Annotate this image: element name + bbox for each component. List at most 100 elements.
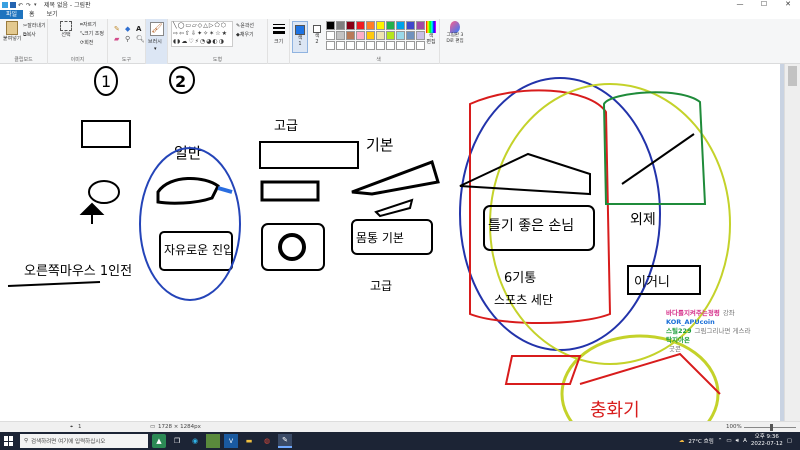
green-outline [602,91,707,205]
six-cylinder-text: 6기통 [504,271,536,286]
palette-swatch[interactable] [376,41,385,50]
shapes-gallery[interactable]: ╲◯▭▱◇△▷⬠⬡ ⇨⇦⇧⇩✦✧✶☆★ ◖◗☁♡⚡◔◕◐◑ [171,21,233,47]
network-icon[interactable]: ▭ [726,438,731,444]
tab-home[interactable]: 홈 [23,10,41,19]
undo-icon[interactable]: ↶ [18,2,24,9]
palette-swatch[interactable] [346,31,355,40]
volume-icon[interactable]: 🔊︎ [736,438,739,445]
windows-start-icon[interactable] [4,436,14,446]
group-label: 도형 [212,57,223,63]
chrome-icon[interactable]: ◍ [260,434,274,448]
label-normal-text: 일반 [174,144,202,162]
palette-swatch[interactable] [336,21,345,30]
fill-bucket-icon[interactable]: ◆ [125,25,134,33]
left-handwritten-text: 오른쪽마우스 1인전 [24,264,132,279]
palette-swatch[interactable] [406,21,415,30]
palette-swatch[interactable] [356,41,365,50]
color1-button[interactable]: 색 1 [292,21,308,53]
resize-button[interactable]: ⤡크기 조정 [80,30,104,37]
palette-swatch[interactable] [386,21,395,30]
minecraft-icon[interactable] [206,434,220,448]
tab-file[interactable]: 파일 [0,10,24,19]
palette-swatch[interactable] [386,41,395,50]
box-scribble [261,223,325,271]
palette-swatch[interactable] [376,21,385,30]
weather-icon: ☁ [678,438,685,444]
palette-swatch[interactable] [366,21,375,30]
palette-swatch[interactable] [406,31,415,40]
vertical-scrollbar[interactable] [784,64,800,421]
crop-button[interactable]: ⌗자르기 [80,21,97,28]
size-button[interactable]: 크기 [268,19,290,64]
scribble-shape [278,233,306,261]
pencil-icon[interactable]: ✎ [114,25,123,33]
chevron-down-icon[interactable]: ▾ [34,2,40,8]
clipboard-icon [6,21,18,35]
paint-taskbar-icon[interactable]: ✎ [278,434,292,448]
drawing-canvas[interactable]: 1 2 오른쪽마우스 1인전 일반 자유로운 진입 고급 기본 몸통 기본 고급… [0,64,780,421]
search-placeholder: 검색하려면 여기에 입력하십시오 [31,439,106,445]
edge-icon[interactable]: ◉ [188,434,202,448]
notification-icon[interactable]: ▢ [787,438,792,444]
palette-swatch[interactable] [386,31,395,40]
paste-button[interactable]: 붙여넣기 [3,21,21,42]
outline-button[interactable]: ✎윤곽선 [236,22,254,29]
redo-icon[interactable]: ↷ [26,2,32,9]
bar-shape [260,180,320,202]
palette-swatch[interactable] [326,31,335,40]
copy-button[interactable]: ⧉복사 [23,31,36,38]
edit-colors-button[interactable]: 색 편집 [424,21,438,45]
clock[interactable]: 오후 9:36 2022-07-12 [751,434,783,448]
chat-text: 강좌 [722,309,735,317]
palette-swatch[interactable] [336,31,345,40]
palette-swatch[interactable] [356,31,365,40]
palette-swatch[interactable] [356,21,365,30]
taskbar: ⚲ 검색하려면 여기에 입력하십시오 ▲ ❐ ◉ V ▬ ◍ ✎ ☁ 27°C … [0,432,800,450]
palette-swatch[interactable] [406,41,415,50]
maximize-button[interactable]: ☐ [752,0,776,9]
vscode-icon[interactable]: V [224,434,238,448]
minimize-button[interactable]: — [728,0,752,9]
advanced-word-text: 고급 [370,279,392,293]
pin-shape [79,202,105,224]
box-advanced [259,141,359,169]
cut-button[interactable]: ✂잘라내기 [23,22,46,29]
save-icon[interactable] [10,1,16,8]
shapes-group: ╲◯▭▱◇△▷⬠⬡ ⇨⇦⇧⇩✦✧✶☆★ ◖◗☁♡⚡◔◕◐◑ ✎윤곽선 ◆채우기 도형 [168,19,268,64]
palette-swatch[interactable] [326,21,335,30]
edit-with-paint3d-button[interactable]: 그림판 3 D로 편집 [444,21,466,45]
brushes-button[interactable]: 🖌︎ 브러시 ▾ [146,19,168,64]
weather-text[interactable]: 27°C 흐림 [688,437,713,445]
palette-swatch[interactable] [376,31,385,40]
eraser-icon[interactable]: ▰ [114,35,123,43]
tab-view[interactable]: 보기 [41,10,64,19]
rotate-button[interactable]: ⟳회전 [80,39,93,46]
window-title: 제목 없음 - 그림판 [44,2,91,9]
palette-swatch[interactable] [346,41,355,50]
fill-button[interactable]: ◆채우기 [236,31,254,38]
color2-button[interactable]: 색 2 [309,21,325,53]
select-button[interactable]: 선택 [60,21,72,38]
color-picker-icon[interactable]: ⚲ [125,35,134,43]
palette-swatch[interactable] [336,41,345,50]
close-button[interactable]: ✕ [776,0,800,9]
zoom-slider-thumb[interactable] [770,424,773,431]
small-wedge-shape [374,198,414,218]
palette-swatch[interactable] [396,41,405,50]
ime-icon[interactable]: A [743,438,747,444]
palette-swatch[interactable] [366,41,375,50]
label-advanced-text: 고급 [274,119,298,134]
taskbar-search-box[interactable]: ⚲ 검색하려면 여기에 입력하십시오 [20,434,148,448]
text-tool-icon[interactable]: A [136,25,145,33]
widget-icon[interactable]: ▲ [152,434,166,448]
palette-swatch[interactable] [396,31,405,40]
chevron-up-icon[interactable]: ⌃ [718,438,723,444]
palette-swatch[interactable] [396,21,405,30]
palette-swatch[interactable] [326,41,335,50]
task-view-icon[interactable]: ❐ [170,434,184,448]
file-explorer-icon[interactable]: ▬ [242,434,256,448]
magnifier-icon[interactable]: 🔍︎ [136,35,145,43]
palette-swatch[interactable] [366,31,375,40]
scrollbar-thumb[interactable] [788,66,797,86]
palette-swatch[interactable] [346,21,355,30]
